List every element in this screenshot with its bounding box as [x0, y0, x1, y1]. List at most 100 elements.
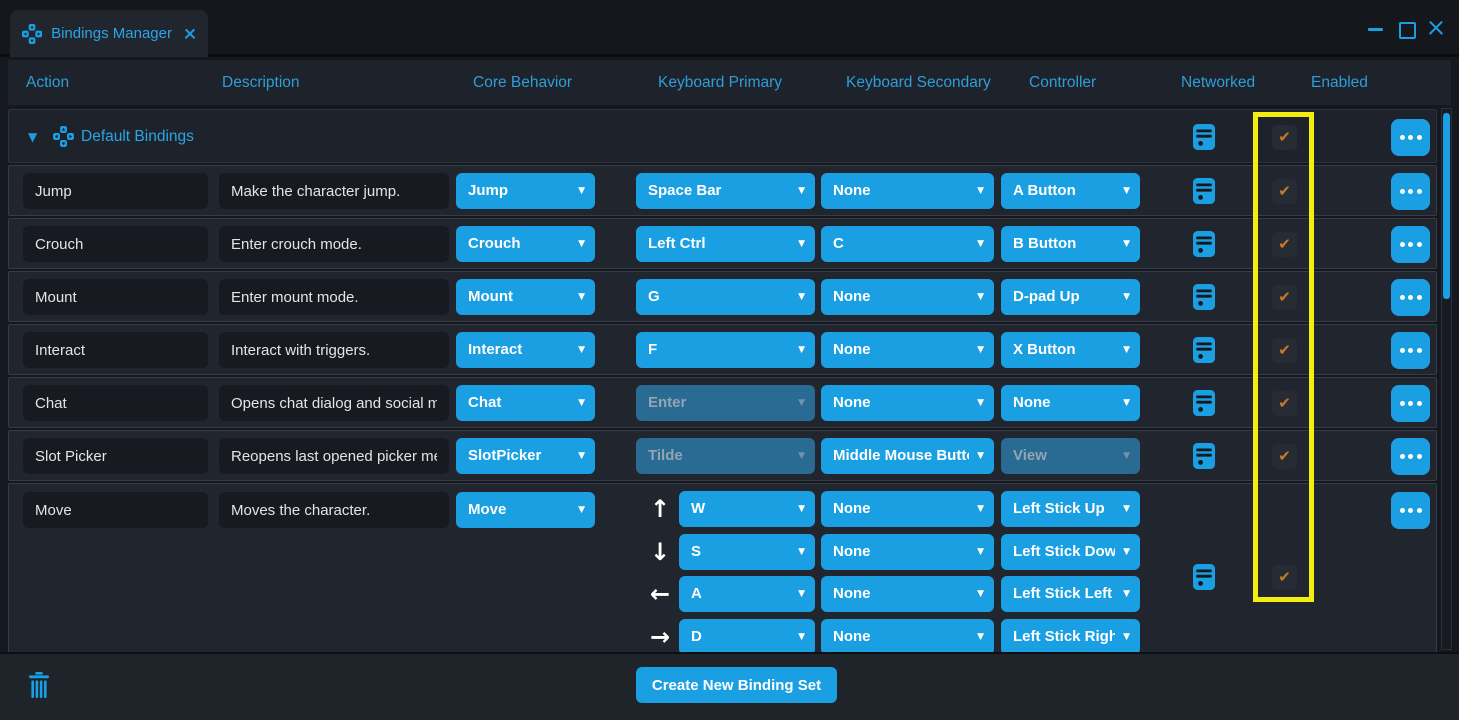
action-field[interactable] [23, 173, 208, 209]
chevron-down-icon: ▼ [798, 491, 805, 527]
keyboard-primary-dropdown[interactable]: Enter ▼ [636, 385, 815, 421]
row-options-button[interactable] [1391, 226, 1430, 263]
row-options-button[interactable] [1391, 385, 1430, 422]
keyboard-primary-dropdown[interactable]: S ▼ [679, 534, 815, 570]
row-options-button[interactable] [1391, 492, 1430, 529]
dropdown-value: X Button [1013, 332, 1115, 368]
minimize-button[interactable] [1367, 20, 1384, 37]
core-behavior-dropdown[interactable]: SlotPicker ▼ [456, 438, 595, 474]
controller-dropdown[interactable]: B Button ▼ [1001, 226, 1140, 262]
keyboard-primary-dropdown[interactable]: F ▼ [636, 332, 815, 368]
core-behavior-dropdown[interactable]: Chat ▼ [456, 385, 595, 421]
move-direction-row: ↑ W ▼ None ▼ Left Stick Up ▼ [9, 491, 1436, 527]
controller-dropdown[interactable]: X Button ▼ [1001, 332, 1140, 368]
keyboard-secondary-dropdown[interactable]: None ▼ [821, 491, 994, 527]
core-behavior-dropdown[interactable]: Mount ▼ [456, 279, 595, 315]
keyboard-secondary-dropdown[interactable]: Middle Mouse Button ▼ [821, 438, 994, 474]
keyboard-secondary-dropdown[interactable]: None ▼ [821, 576, 994, 612]
keyboard-primary-dropdown[interactable]: W ▼ [679, 491, 815, 527]
column-header-core-behavior: Core Behavior [473, 60, 572, 105]
core-behavior-dropdown[interactable]: Interact ▼ [456, 332, 595, 368]
enabled-checkbox[interactable]: ✔ [1272, 391, 1297, 416]
tab-bindings-manager[interactable]: Bindings Manager [10, 10, 208, 57]
core-behavior-dropdown[interactable]: Crouch ▼ [456, 226, 595, 262]
dropdown-value: None [833, 385, 969, 421]
dropdown-value: Left Stick Left [1013, 576, 1115, 612]
description-field[interactable] [219, 279, 449, 315]
move-direction-row: ← A ▼ None ▼ Left Stick Left ▼ [9, 576, 1436, 612]
enabled-checkbox[interactable]: ✔ [1272, 179, 1297, 204]
keyboard-primary-dropdown[interactable]: Tilde ▼ [636, 438, 815, 474]
description-field[interactable] [219, 385, 449, 421]
row-options-button[interactable] [1391, 438, 1430, 475]
create-new-binding-set-button[interactable]: Create New Binding Set [636, 667, 837, 703]
expand-caret-icon[interactable]: ▼ [28, 110, 37, 164]
chevron-down-icon: ▼ [578, 173, 585, 209]
chevron-down-icon: ▼ [977, 619, 984, 652]
controller-dropdown[interactable]: Left Stick Right ▼ [1001, 619, 1140, 652]
enabled-checkbox[interactable]: ✔ [1272, 444, 1297, 469]
chevron-down-icon: ▼ [1123, 279, 1130, 315]
keyboard-primary-dropdown[interactable]: D ▼ [679, 619, 815, 652]
description-field[interactable] [219, 226, 449, 262]
keyboard-primary-dropdown[interactable]: Space Bar ▼ [636, 173, 815, 209]
action-field[interactable] [23, 438, 208, 474]
chevron-down-icon: ▼ [798, 438, 805, 474]
description-field[interactable] [219, 173, 449, 209]
keyboard-secondary-dropdown[interactable]: C ▼ [821, 226, 994, 262]
row-options-button[interactable] [1391, 279, 1430, 316]
column-header-keyboard-secondary: Keyboard Secondary [846, 60, 991, 105]
controller-dropdown[interactable]: Left Stick Left ▼ [1001, 576, 1140, 612]
core-behavior-dropdown[interactable]: Jump ▼ [456, 173, 595, 209]
chevron-down-icon: ▼ [578, 279, 585, 315]
table-row-move: Move ▼ ↑ W ▼ None ▼ Left Stick Up ▼ ↓ S … [8, 483, 1437, 652]
keyboard-primary-dropdown[interactable]: A ▼ [679, 576, 815, 612]
window-close-button[interactable] [1427, 19, 1445, 37]
keyboard-secondary-dropdown[interactable]: None ▼ [821, 534, 994, 570]
delete-binding-set-button[interactable] [28, 672, 50, 700]
scrollbar-thumb[interactable] [1443, 113, 1450, 299]
action-field[interactable] [23, 226, 208, 262]
maximize-button[interactable] [1397, 20, 1414, 37]
binding-set-name[interactable]: Default Bindings [81, 110, 194, 164]
row-options-button[interactable] [1391, 119, 1430, 156]
tab-close-icon[interactable] [183, 27, 196, 40]
keyboard-primary-dropdown[interactable]: Left Ctrl ▼ [636, 226, 815, 262]
keyboard-primary-dropdown[interactable]: G ▼ [636, 279, 815, 315]
column-header-networked: Networked [1181, 60, 1255, 105]
footer-bar: Create New Binding Set [0, 652, 1459, 720]
row-options-button[interactable] [1391, 332, 1430, 369]
enabled-checkbox[interactable]: ✔ [1272, 338, 1297, 363]
controller-dropdown[interactable]: D-pad Up ▼ [1001, 279, 1140, 315]
networked-icon [1193, 231, 1216, 258]
action-field[interactable] [23, 279, 208, 315]
keyboard-secondary-dropdown[interactable]: None ▼ [821, 332, 994, 368]
enabled-checkbox[interactable]: ✔ [1272, 565, 1297, 590]
table-row: SlotPicker ▼ Tilde ▼ Middle Mouse Button… [8, 430, 1437, 481]
action-field[interactable] [23, 385, 208, 421]
chevron-down-icon: ▼ [798, 279, 805, 315]
binding-set-dpad-icon [53, 126, 74, 147]
keyboard-secondary-dropdown[interactable]: None ▼ [821, 619, 994, 652]
description-field[interactable] [219, 438, 449, 474]
description-field[interactable] [219, 332, 449, 368]
row-options-button[interactable] [1391, 173, 1430, 210]
action-field[interactable] [23, 332, 208, 368]
controller-dropdown[interactable]: View ▼ [1001, 438, 1140, 474]
controller-dropdown[interactable]: Left Stick Down ▼ [1001, 534, 1140, 570]
dropdown-value: None [1013, 385, 1115, 421]
enabled-checkbox[interactable]: ✔ [1272, 232, 1297, 257]
chevron-down-icon: ▼ [1123, 332, 1130, 368]
controller-dropdown[interactable]: Left Stick Up ▼ [1001, 491, 1140, 527]
enabled-checkbox[interactable]: ✔ [1272, 125, 1297, 150]
dropdown-value: None [833, 279, 969, 315]
chevron-down-icon: ▼ [1123, 438, 1130, 474]
keyboard-secondary-dropdown[interactable]: None ▼ [821, 279, 994, 315]
vertical-scrollbar[interactable] [1441, 108, 1452, 650]
dropdown-value: None [833, 491, 969, 527]
keyboard-secondary-dropdown[interactable]: None ▼ [821, 173, 994, 209]
enabled-checkbox[interactable]: ✔ [1272, 285, 1297, 310]
controller-dropdown[interactable]: A Button ▼ [1001, 173, 1140, 209]
controller-dropdown[interactable]: None ▼ [1001, 385, 1140, 421]
keyboard-secondary-dropdown[interactable]: None ▼ [821, 385, 994, 421]
